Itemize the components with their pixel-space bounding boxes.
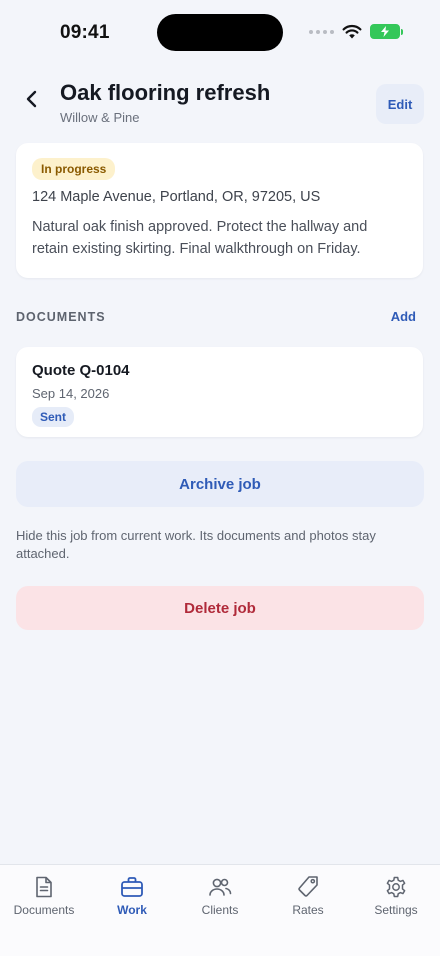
- document-date: Sep 14, 2026: [32, 386, 110, 401]
- tab-label: Rates: [292, 903, 324, 917]
- documents-section-label: DOCUMENTS: [16, 310, 106, 324]
- page-header: Oak flooring refresh Willow & Pine Edit: [0, 70, 440, 130]
- back-button[interactable]: [18, 82, 44, 116]
- tab-settings[interactable]: Settings: [352, 865, 440, 956]
- archive-help-text: Hide this job from current work. Its doc…: [16, 528, 376, 561]
- status-bar: 09:41: [0, 0, 440, 64]
- status-badge: In progress: [32, 158, 116, 180]
- archive-job-button[interactable]: Archive job: [16, 461, 424, 507]
- tab-rates[interactable]: Rates: [264, 865, 352, 956]
- client-name: Willow & Pine: [60, 110, 140, 125]
- document-status-badge: Sent: [32, 407, 75, 427]
- tab-bar: Documents Work Clients Rates Settings: [0, 864, 440, 956]
- page-title: Oak flooring refresh: [60, 80, 271, 105]
- gear-icon: [386, 876, 406, 898]
- battery-icon: [370, 24, 403, 39]
- signal-icon: [309, 29, 334, 34]
- job-notes: Natural oak finish approved. Protect the…: [32, 219, 368, 257]
- status-time: 09:41: [60, 22, 110, 43]
- wifi-icon: [342, 24, 362, 39]
- status-indicators: [309, 24, 403, 39]
- dynamic-island: [157, 14, 283, 51]
- job-address: 124 Maple Avenue, Portland, OR, 97205, U…: [32, 189, 321, 205]
- tab-label: Work: [117, 903, 147, 917]
- tab-label: Documents: [13, 903, 75, 917]
- people-icon: [209, 878, 232, 896]
- edit-button[interactable]: Edit: [376, 84, 424, 124]
- delete-job-button[interactable]: Delete job: [16, 586, 424, 630]
- document-title: Quote Q-0104: [32, 362, 130, 379]
- tab-work[interactable]: Work: [88, 865, 176, 956]
- tab-documents[interactable]: Documents: [0, 865, 88, 956]
- document-item[interactable]: Quote Q-0104 Sep 14, 2026 Sent: [16, 347, 423, 437]
- document-icon: [36, 876, 52, 898]
- add-document-button[interactable]: Add: [391, 309, 416, 324]
- briefcase-icon: [121, 877, 143, 897]
- tab-label: Clients: [201, 903, 239, 917]
- tab-clients[interactable]: Clients: [176, 865, 264, 956]
- tab-label: Settings: [374, 903, 418, 917]
- chevron-left-icon: [26, 90, 37, 108]
- tag-icon: [298, 876, 318, 897]
- job-details-card: In progress 124 Maple Avenue, Portland, …: [16, 143, 423, 278]
